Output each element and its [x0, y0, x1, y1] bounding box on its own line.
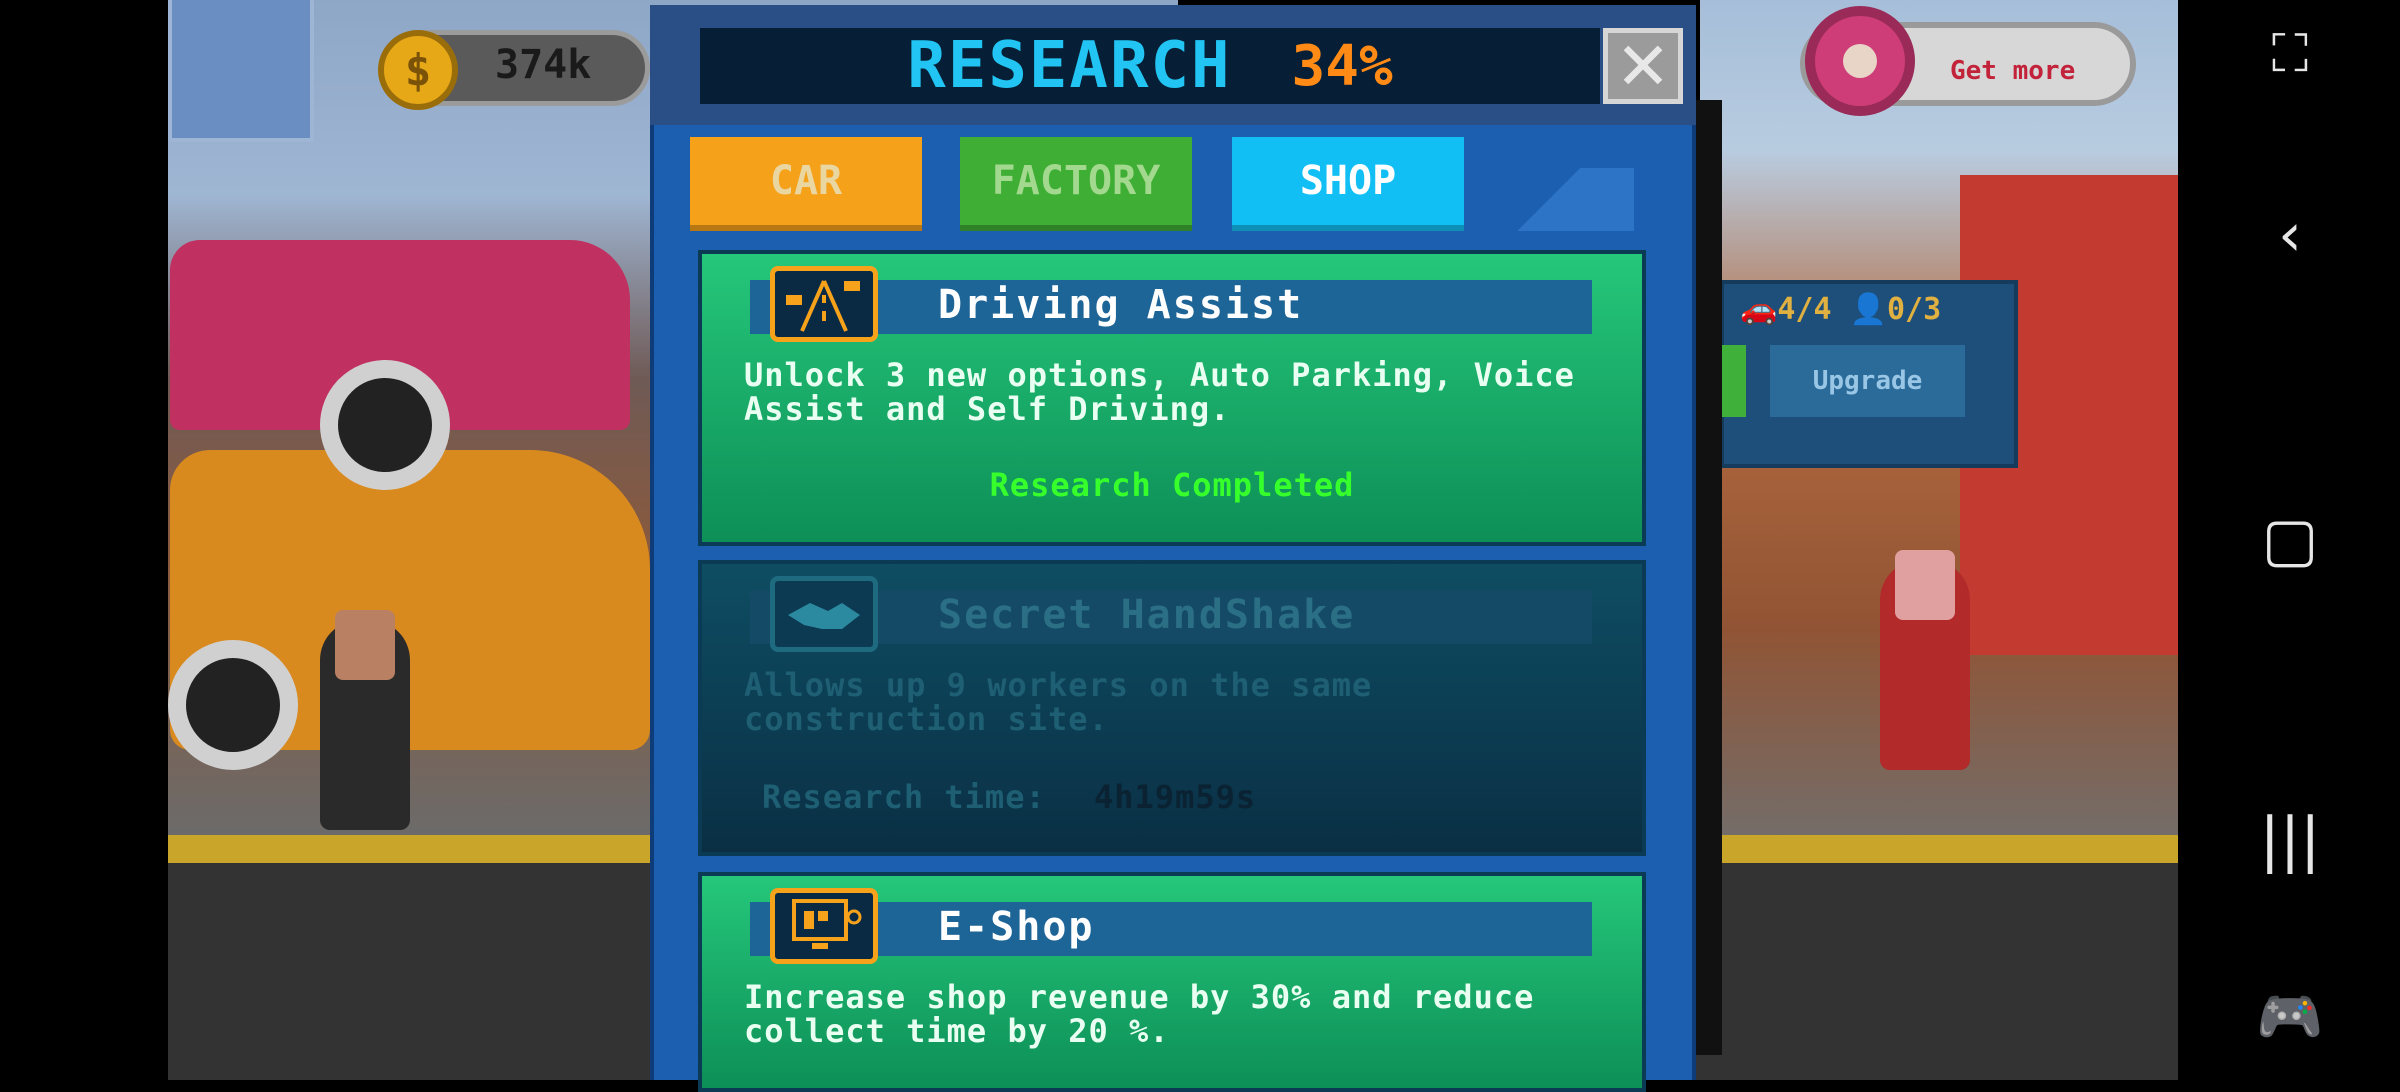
get-more-label[interactable]: Get more: [1950, 56, 2075, 86]
road-icon: [770, 266, 878, 342]
shop-stats: 🚗4/4 👤0/3: [1740, 292, 1942, 327]
research-progress-percent: 34%: [1291, 33, 1393, 99]
research-status: Research Completed: [989, 466, 1355, 504]
shop-upgrade-button[interactable]: Upgrade: [1770, 345, 1965, 417]
card-description: Increase shop revenue by 30% and reduce …: [744, 978, 1535, 1050]
worker-icon: 👤: [1849, 292, 1887, 327]
close-icon[interactable]: ✕: [1603, 28, 1683, 105]
tab-shop[interactable]: SHOP: [1232, 137, 1464, 231]
card-title: Secret HandShake: [938, 592, 1356, 638]
research-time-label: Research time:: [762, 778, 1046, 816]
panel-shadow: [1696, 100, 1722, 1055]
donut-icon: [1805, 6, 1915, 116]
research-card-secret-handshake[interactable]: Secret HandShake Allows up 9 workers on …: [698, 560, 1646, 856]
tab-car[interactable]: CAR: [690, 137, 922, 231]
card-title: E-Shop: [938, 904, 1095, 950]
research-title: RESEARCH: [907, 29, 1232, 103]
worker-character[interactable]: [320, 610, 410, 830]
customer-character[interactable]: [1880, 550, 1970, 770]
game-tools-icon[interactable]: 🎮: [2256, 985, 2323, 1049]
tab-decoration: [1464, 168, 1634, 231]
card-description: Allows up 9 workers on the same construc…: [744, 666, 1373, 738]
recents-icon[interactable]: |||: [2260, 805, 2321, 875]
research-title-bar: RESEARCH 34%: [700, 28, 1600, 104]
card-title: Driving Assist: [938, 282, 1304, 328]
card-description: Unlock 3 new options, Auto Parking, Voic…: [744, 356, 1575, 428]
car-wheel: [168, 640, 298, 770]
research-card-driving-assist[interactable]: Driving Assist Unlock 3 new options, Aut…: [698, 250, 1646, 546]
coin-icon: $: [378, 30, 458, 110]
player-avatar[interactable]: [168, 0, 314, 142]
handshake-icon: [770, 576, 878, 652]
research-card-e-shop[interactable]: E-Shop Increase shop revenue by 30% and …: [698, 872, 1646, 1092]
screenshot-icon[interactable]: ⛶: [2272, 24, 2308, 85]
coin-value: 374k: [495, 42, 592, 88]
back-icon[interactable]: ‹: [2278, 200, 2302, 270]
research-time-value: 4h19m59s: [1094, 778, 1257, 816]
home-icon[interactable]: ▢: [2262, 505, 2319, 575]
tab-factory[interactable]: FACTORY: [960, 137, 1192, 231]
shop-green-button[interactable]: [1720, 345, 1746, 417]
computer-icon: [770, 888, 878, 964]
car-icon: 🚗: [1740, 292, 1778, 327]
car-wheel: [320, 360, 450, 490]
